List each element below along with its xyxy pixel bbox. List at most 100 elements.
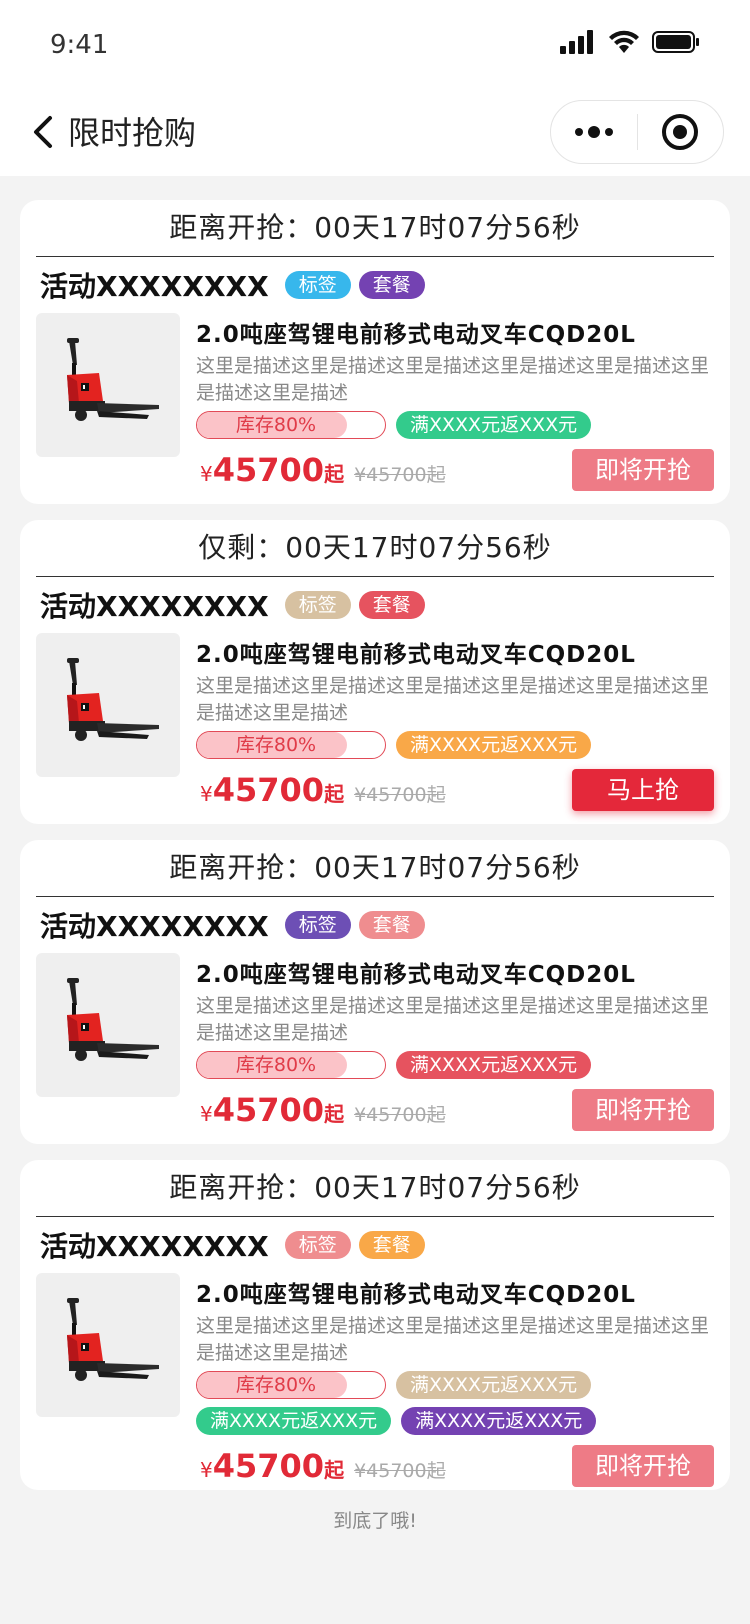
activity-header: 活动XXXXXXXX 标签 套餐 bbox=[36, 257, 714, 313]
nav-bar: 限时抢购 bbox=[0, 88, 750, 176]
buy-button[interactable]: 即将开抢 bbox=[572, 1089, 714, 1131]
price-row: ¥ 45700 起 ¥45700起 即将开抢 bbox=[196, 449, 714, 491]
product-name[interactable]: 2.0吨座驾锂电前移式电动叉车CQD20L bbox=[196, 1275, 714, 1309]
flash-sale-list: 距离开抢：00天17时07分56秒 活动XXXXXXXX 标签 套餐 2.0吨座… bbox=[0, 176, 750, 1490]
activity-header: 活动XXXXXXXX 标签 套餐 bbox=[36, 1217, 714, 1273]
back-arrow-icon[interactable] bbox=[30, 114, 60, 150]
countdown-text: 距离开抢：00天17时07分56秒 bbox=[36, 840, 714, 897]
sale-price: 45700 bbox=[212, 1447, 325, 1485]
product-description: 这里是描述这里是描述这里是描述这里是描述这里是描述这里是描述这里是描述 bbox=[196, 1315, 710, 1364]
wifi-icon bbox=[609, 30, 639, 53]
forklift-image bbox=[67, 1298, 159, 1381]
more-button[interactable] bbox=[551, 101, 637, 163]
close-target-icon bbox=[662, 114, 699, 150]
stock-progress: 库存80% bbox=[196, 411, 386, 439]
badge-row: 库存80% 满XXXX元返XXX元 满XXXX元返XXX元 满XXXX元返XXX元 bbox=[196, 1371, 714, 1443]
tag-badge: 标签 bbox=[284, 271, 351, 299]
countdown-text: 距离开抢：00天17时07分56秒 bbox=[36, 1160, 714, 1217]
currency-symbol: ¥ bbox=[200, 462, 213, 486]
close-button[interactable] bbox=[638, 101, 724, 163]
promo-badge: 满XXXX元返XXX元 bbox=[396, 411, 592, 439]
sale-price: 45700 bbox=[212, 771, 325, 809]
stock-label: 库存80% bbox=[235, 414, 317, 436]
product-name[interactable]: 2.0吨座驾锂电前移式电动叉车CQD20L bbox=[196, 635, 714, 669]
forklift-image bbox=[67, 338, 159, 421]
package-badge: 套餐 bbox=[358, 1231, 425, 1259]
tag-badge: 标签 bbox=[284, 911, 351, 939]
end-of-list-text: 到底了哦! bbox=[333, 1510, 417, 1532]
product-info: 2.0吨座驾锂电前移式电动叉车CQD20L 这里是描述这里是描述这里是描述这里是… bbox=[196, 313, 714, 491]
product-row: 2.0吨座驾锂电前移式电动叉车CQD20L 这里是描述这里是描述这里是描述这里是… bbox=[36, 313, 714, 491]
package-badge: 套餐 bbox=[358, 911, 425, 939]
sale-card[interactable]: 距离开抢：00天17时07分56秒 活动XXXXXXXX 标签 套餐 2.0吨座… bbox=[20, 840, 730, 1144]
original-price: ¥45700起 bbox=[354, 1104, 446, 1126]
product-info: 2.0吨座驾锂电前移式电动叉车CQD20L 这里是描述这里是描述这里是描述这里是… bbox=[196, 633, 714, 811]
product-description: 这里是描述这里是描述这里是描述这里是描述这里是描述这里是描述这里是描述 bbox=[196, 355, 710, 404]
product-row: 2.0吨座驾锂电前移式电动叉车CQD20L 这里是描述这里是描述这里是描述这里是… bbox=[36, 633, 714, 811]
sale-price: 45700 bbox=[212, 451, 325, 489]
status-bar: 9:41 bbox=[0, 0, 750, 88]
price-suffix: 起 bbox=[324, 1458, 345, 1482]
sale-card[interactable]: 距离开抢：00天17时07分56秒 活动XXXXXXXX 标签 套餐 2.0吨座… bbox=[20, 1160, 730, 1490]
price-suffix: 起 bbox=[324, 462, 345, 486]
status-icons bbox=[560, 30, 700, 54]
tag-badge: 标签 bbox=[284, 591, 351, 619]
product-name[interactable]: 2.0吨座驾锂电前移式电动叉车CQD20L bbox=[196, 955, 714, 989]
sale-price: 45700 bbox=[212, 1091, 325, 1129]
price-suffix: 起 bbox=[324, 1102, 345, 1126]
stock-progress: 库存80% bbox=[196, 1371, 386, 1399]
activity-name: 活动XXXXXXXX bbox=[40, 590, 269, 623]
currency-symbol: ¥ bbox=[200, 1102, 213, 1126]
package-badge: 套餐 bbox=[358, 591, 425, 619]
activity-header: 活动XXXXXXXX 标签 套餐 bbox=[36, 897, 714, 953]
promo-badge: 满XXXX元返XXX元 bbox=[396, 731, 592, 759]
product-row: 2.0吨座驾锂电前移式电动叉车CQD20L 这里是描述这里是描述这里是描述这里是… bbox=[36, 953, 714, 1131]
price-group: ¥ 45700 起 ¥45700起 bbox=[196, 771, 446, 809]
original-price: ¥45700起 bbox=[354, 784, 446, 806]
product-info: 2.0吨座驾锂电前移式电动叉车CQD20L 这里是描述这里是描述这里是描述这里是… bbox=[196, 1273, 714, 1487]
price-row: ¥ 45700 起 ¥45700起 马上抢 bbox=[196, 769, 714, 811]
package-badge: 套餐 bbox=[358, 271, 425, 299]
buy-button[interactable]: 即将开抢 bbox=[572, 1445, 714, 1487]
badge-row: 库存80% 满XXXX元返XXX元 bbox=[196, 411, 714, 447]
more-dots-icon bbox=[574, 126, 613, 138]
price-group: ¥ 45700 起 ¥45700起 bbox=[196, 1091, 446, 1129]
battery-icon bbox=[652, 31, 699, 53]
product-image[interactable] bbox=[36, 953, 180, 1097]
product-description: 这里是描述这里是描述这里是描述这里是描述这里是描述这里是描述这里是描述 bbox=[196, 675, 710, 724]
stock-label: 库存80% bbox=[235, 734, 317, 756]
badge-row: 库存80% 满XXXX元返XXX元 bbox=[196, 1051, 714, 1087]
product-description: 这里是描述这里是描述这里是描述这里是描述这里是描述这里是描述这里是描述 bbox=[196, 995, 710, 1044]
sale-card[interactable]: 距离开抢：00天17时07分56秒 活动XXXXXXXX 标签 套餐 2.0吨座… bbox=[20, 200, 730, 504]
currency-symbol: ¥ bbox=[200, 782, 213, 806]
promo-badge: 满XXXX元返XXX元 bbox=[396, 1051, 592, 1079]
activity-header: 活动XXXXXXXX 标签 套餐 bbox=[36, 577, 714, 633]
activity-name: 活动XXXXXXXX bbox=[40, 910, 269, 943]
product-image[interactable] bbox=[36, 1273, 180, 1417]
activity-name: 活动XXXXXXXX bbox=[40, 1230, 269, 1263]
original-price: ¥45700起 bbox=[354, 464, 446, 486]
original-price: ¥45700起 bbox=[354, 1460, 446, 1482]
status-time: 9:41 bbox=[50, 30, 109, 60]
price-group: ¥ 45700 起 ¥45700起 bbox=[196, 451, 446, 489]
product-name[interactable]: 2.0吨座驾锂电前移式电动叉车CQD20L bbox=[196, 315, 714, 349]
price-suffix: 起 bbox=[324, 782, 345, 806]
price-row: ¥ 45700 起 ¥45700起 即将开抢 bbox=[196, 1089, 714, 1131]
stock-label: 库存80% bbox=[235, 1374, 317, 1396]
page-title: 限时抢购 bbox=[68, 114, 197, 152]
stock-progress: 库存80% bbox=[196, 1051, 386, 1079]
activity-name: 活动XXXXXXXX bbox=[40, 270, 269, 303]
sale-card[interactable]: 仅剩：00天17时07分56秒 活动XXXXXXXX 标签 套餐 2.0吨座驾锂… bbox=[20, 520, 730, 824]
product-image[interactable] bbox=[36, 313, 180, 457]
product-info: 2.0吨座驾锂电前移式电动叉车CQD20L 这里是描述这里是描述这里是描述这里是… bbox=[196, 953, 714, 1131]
price-group: ¥ 45700 起 ¥45700起 bbox=[196, 1447, 446, 1485]
tag-badge: 标签 bbox=[284, 1231, 351, 1259]
buy-button[interactable]: 马上抢 bbox=[572, 769, 714, 811]
product-image[interactable] bbox=[36, 633, 180, 777]
mini-program-capsule bbox=[550, 100, 724, 164]
badge-row: 库存80% 满XXXX元返XXX元 bbox=[196, 731, 714, 767]
countdown-text: 距离开抢：00天17时07分56秒 bbox=[36, 200, 714, 257]
price-row: ¥ 45700 起 ¥45700起 即将开抢 bbox=[196, 1445, 714, 1487]
forklift-image bbox=[67, 978, 159, 1061]
buy-button[interactable]: 即将开抢 bbox=[572, 449, 714, 491]
